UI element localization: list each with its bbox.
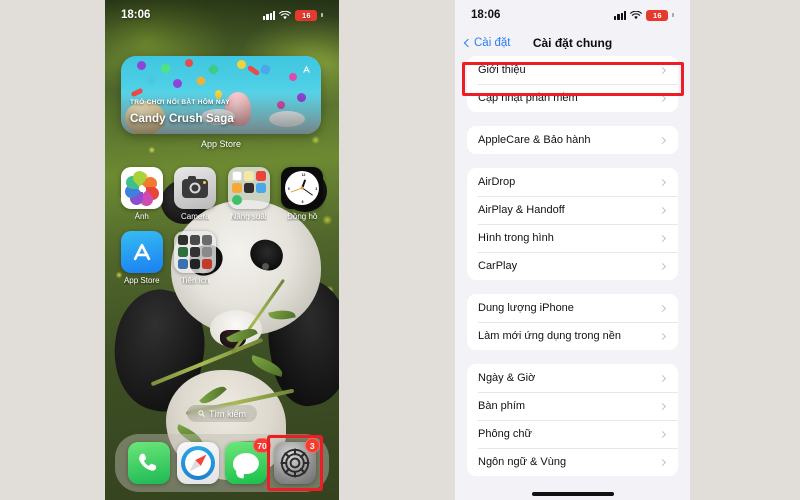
chevron-right-icon: [658, 402, 667, 410]
chevron-right-icon: [658, 136, 667, 144]
settings-row-language-region[interactable]: Ngôn ngữ & Vùng: [467, 448, 678, 476]
settings-row-picture-in-picture[interactable]: Hình trong hình: [467, 224, 678, 252]
row-label: AirDrop: [478, 176, 516, 188]
search-icon: [198, 410, 205, 417]
row-label: AppleCare & Bảo hành: [478, 134, 591, 146]
screenshot-stage: 18:06 16 TRÒ CHƠI NỔI BẬT HÔM NAY Candy …: [0, 0, 800, 500]
phone-icon: [128, 442, 171, 484]
settings-list: Giới thiệu Cập nhật phần mềm AppleCare &…: [455, 56, 690, 476]
app-photos[interactable]: Ảnh: [115, 167, 169, 221]
app-app-store[interactable]: App Store: [115, 231, 169, 285]
cellular-bars-icon: [263, 10, 276, 20]
dock-item-messages[interactable]: 70: [225, 438, 272, 484]
app-label: App Store: [123, 276, 160, 285]
app-folder-productivity[interactable]: Năng suất: [222, 167, 276, 221]
battery-indicator: 16: [646, 9, 669, 21]
settings-row-airplay-handoff[interactable]: AirPlay & Handoff: [467, 196, 678, 224]
row-label: AirPlay & Handoff: [478, 204, 565, 216]
row-label: Bàn phím: [478, 400, 526, 412]
app-label: Camera: [181, 212, 210, 221]
home-indicator: [531, 492, 614, 496]
settings-group: AppleCare & Bảo hành: [467, 126, 678, 154]
app-label: Tiện ích: [181, 276, 210, 285]
chevron-right-icon: [658, 234, 667, 242]
row-label: Phông chữ: [478, 428, 532, 440]
row-label: Dung lượng iPhone: [478, 302, 574, 314]
app-grid: Ảnh Camera Năng suất 12 3 6 9 Đồng hồ Ap…: [115, 167, 329, 285]
settings-row-applecare[interactable]: AppleCare & Bảo hành: [467, 126, 678, 154]
settings-group: Giới thiệu Cập nhật phần mềm: [467, 56, 678, 112]
back-label: Cài đặt: [474, 37, 511, 49]
app-store-icon: [303, 65, 310, 73]
app-store-icon: [120, 231, 163, 273]
chevron-right-icon: [658, 178, 667, 186]
settings-row-background-app-refresh[interactable]: Làm mới ứng dụng trong nền: [467, 322, 678, 350]
folder-icon: [227, 167, 270, 209]
chevron-right-icon: [658, 374, 667, 382]
app-folder-utilities[interactable]: Tiện ích: [169, 231, 223, 285]
settings-group: Dung lượng iPhone Làm mới ứng dụng trong…: [467, 294, 678, 350]
status-time: 18:06: [471, 9, 501, 21]
row-label: CarPlay: [478, 260, 518, 272]
cellular-bars-icon: [614, 10, 627, 20]
row-label: Ngày & Giờ: [478, 372, 536, 384]
app-store-widget[interactable]: TRÒ CHƠI NỔI BẬT HÔM NAY Candy Crush Sag…: [121, 56, 321, 134]
app-camera[interactable]: Camera: [169, 167, 223, 221]
status-time: 18:06: [121, 9, 151, 21]
row-label: Hình trong hình: [478, 232, 554, 244]
back-button[interactable]: Cài đặt: [463, 37, 511, 49]
search-label: Tìm kiếm: [209, 408, 246, 419]
iphone-home-screen: 18:06 16 TRÒ CHƠI NỔI BẬT HÔM NAY Candy …: [105, 0, 339, 500]
camera-icon: [174, 167, 217, 209]
dock-item-settings[interactable]: 3: [266, 435, 323, 491]
messages-badge: 70: [252, 438, 272, 453]
wifi-icon: [279, 10, 292, 19]
app-label: Năng suất: [230, 212, 267, 221]
settings-group: Ngày & Giờ Bàn phím Phông chữ Ngôn ngữ &…: [467, 364, 678, 476]
settings-row-keyboard[interactable]: Bàn phím: [467, 392, 678, 420]
row-label: Làm mới ứng dụng trong nền: [478, 330, 621, 342]
chevron-right-icon: [658, 332, 667, 340]
settings-row-airdrop[interactable]: AirDrop: [467, 168, 678, 196]
dock-item-safari[interactable]: [176, 442, 219, 484]
settings-row-gioi-thieu[interactable]: Giới thiệu: [467, 56, 678, 84]
settings-row-fonts[interactable]: Phông chữ: [467, 420, 678, 448]
row-label: Ngôn ngữ & Vùng: [478, 456, 567, 468]
status-bar-left: 18:06 16: [105, 0, 339, 30]
chevron-left-icon: [463, 38, 473, 48]
widget-caption: App Store: [200, 139, 242, 149]
iphone-general-settings: 18:06 16 Cài đặt Cài đặt chung Giới thiệ…: [455, 0, 690, 500]
widget-title: Candy Crush Saga: [130, 113, 234, 125]
row-label: Cập nhật phần mềm: [478, 92, 578, 104]
battery-indicator: 16: [295, 9, 318, 21]
folder-icon: [174, 231, 217, 273]
app-label: Đồng hồ: [287, 212, 318, 221]
dock-item-phone[interactable]: [128, 442, 171, 484]
widget-eyebrow: TRÒ CHƠI NỔI BẬT HÔM NAY: [130, 99, 230, 106]
app-clock[interactable]: 12 3 6 9 Đồng hồ: [276, 167, 330, 221]
search-pill[interactable]: Tìm kiếm: [187, 405, 257, 422]
dock: 70 3: [115, 434, 329, 492]
chevron-right-icon: [658, 430, 667, 438]
settings-row-iphone-storage[interactable]: Dung lượng iPhone: [467, 294, 678, 322]
settings-row-cap-nhat-phan-mem[interactable]: Cập nhật phần mềm: [467, 84, 678, 112]
chevron-right-icon: [658, 304, 667, 312]
chevron-right-icon: [658, 458, 667, 466]
photos-icon: [120, 167, 163, 209]
row-label: Giới thiệu: [478, 64, 526, 76]
app-label: Ảnh: [134, 212, 149, 221]
clock-icon: 12 3 6 9: [281, 167, 324, 209]
chevron-right-icon: [658, 262, 667, 270]
settings-row-date-time[interactable]: Ngày & Giờ: [467, 364, 678, 392]
settings-badge: 3: [304, 438, 320, 453]
safari-icon: [176, 442, 219, 484]
navigation-bar: Cài đặt Cài đặt chung: [455, 30, 690, 56]
chevron-right-icon: [658, 94, 667, 102]
chevron-right-icon: [658, 206, 667, 214]
wifi-icon: [630, 10, 643, 19]
settings-group: AirDrop AirPlay & Handoff Hình trong hìn…: [467, 168, 678, 280]
status-bar-right: 18:06 16: [455, 0, 690, 30]
chevron-right-icon: [658, 66, 667, 74]
settings-row-carplay[interactable]: CarPlay: [467, 252, 678, 280]
